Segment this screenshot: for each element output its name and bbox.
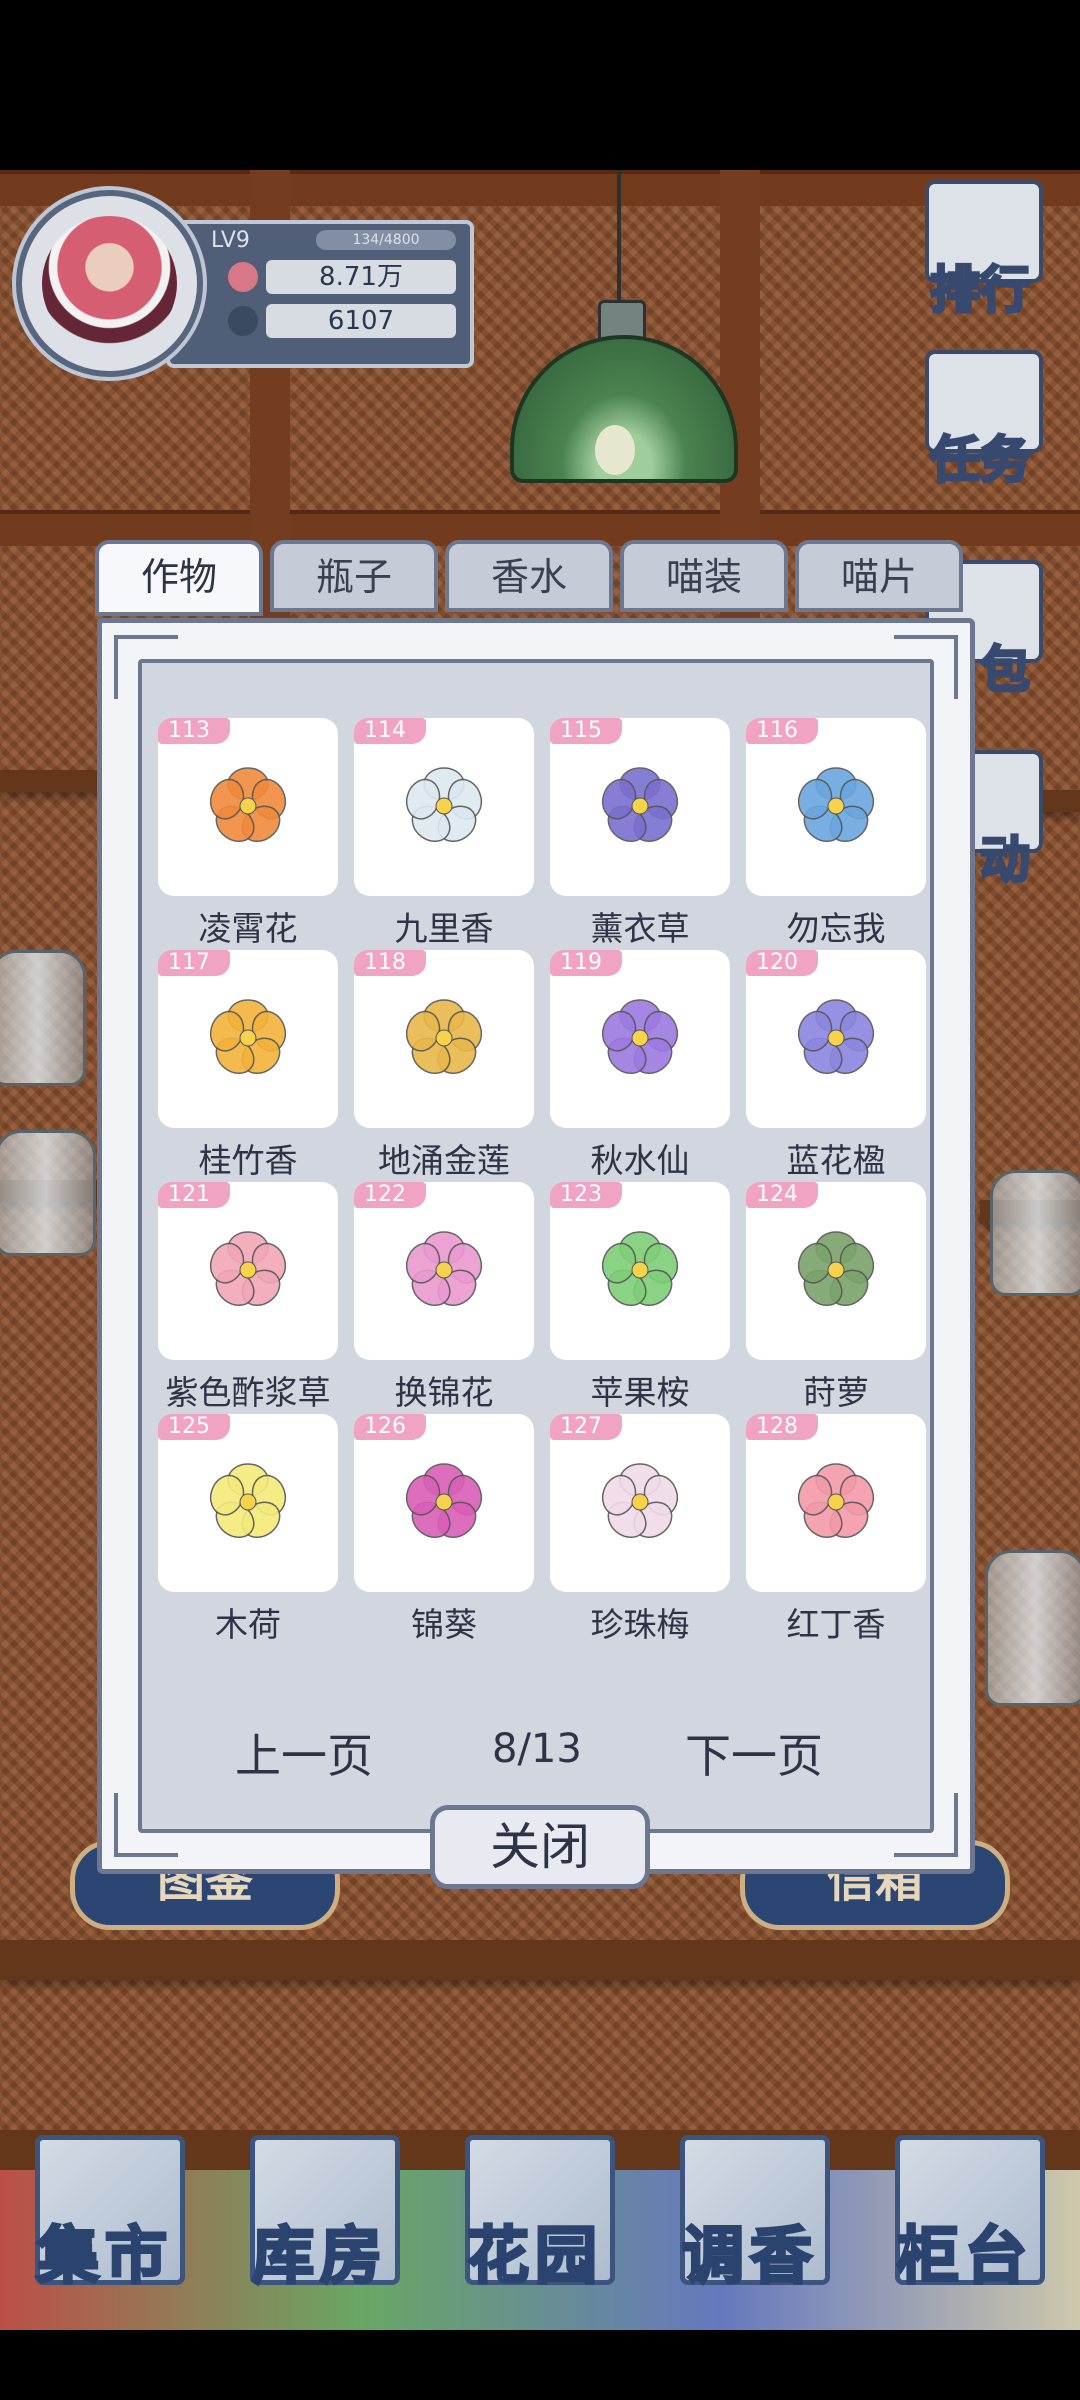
item-cell[interactable]: 127 珍珠梅 <box>550 1414 730 1646</box>
item-name-label: 莳萝 <box>803 1373 869 1412</box>
dill-icon <box>797 1231 875 1307</box>
item-name-label: 薰衣草 <box>590 909 690 948</box>
item-number-badge: 125 <box>158 1414 230 1440</box>
apple-gum-leaf-icon <box>601 1231 679 1307</box>
item-number-badge: 122 <box>354 1182 426 1208</box>
golden-lotus-icon <box>405 999 483 1075</box>
item-cell[interactable]: 118 地涌金莲 <box>354 950 534 1182</box>
item-name-label: 红丁香 <box>786 1605 886 1644</box>
item-cell[interactable]: 128 红丁香 <box>746 1414 926 1646</box>
item-card[interactable]: 119 <box>550 950 730 1128</box>
item-number-badge: 116 <box>746 718 818 744</box>
item-name-label: 桂竹香 <box>198 1141 298 1180</box>
item-card[interactable]: 128 <box>746 1414 926 1592</box>
item-cell[interactable]: 120 蓝花楹 <box>746 950 926 1182</box>
tab-bottles[interactable]: 瓶子 <box>270 540 438 612</box>
item-name-label: 九里香 <box>394 909 494 948</box>
item-name-label: 换锦花 <box>394 1373 494 1412</box>
item-name-label: 珍珠梅 <box>590 1605 690 1644</box>
item-cell[interactable]: 117 桂竹香 <box>158 950 338 1182</box>
tab-cat-outfits[interactable]: 喵装 <box>620 540 788 612</box>
item-card[interactable]: 122 <box>354 1182 534 1360</box>
item-name-label: 勿忘我 <box>786 909 886 948</box>
item-card[interactable]: 125 <box>158 1414 338 1592</box>
item-cell[interactable]: 121 紫色酢浆草 <box>158 1182 338 1414</box>
item-cell[interactable]: 115 薰衣草 <box>550 718 730 950</box>
item-card[interactable]: 113 <box>158 718 338 896</box>
item-number-badge: 127 <box>550 1414 622 1440</box>
item-cell[interactable]: 125 木荷 <box>158 1414 338 1646</box>
item-number-badge: 119 <box>550 950 622 976</box>
mallow-flower-icon <box>405 1463 483 1539</box>
item-card[interactable]: 117 <box>158 950 338 1128</box>
lycoris-icon <box>405 1231 483 1307</box>
item-name-label: 苹果桉 <box>590 1373 690 1412</box>
item-number-badge: 126 <box>354 1414 426 1440</box>
item-card[interactable]: 126 <box>354 1414 534 1592</box>
tab-cat-cards[interactable]: 喵片 <box>795 540 963 612</box>
item-name-label: 锦葵 <box>411 1605 477 1644</box>
tab-perfume[interactable]: 香水 <box>445 540 613 612</box>
item-name-label: 蓝花楹 <box>786 1141 886 1180</box>
forget-me-not-icon <box>797 767 875 843</box>
item-number-badge: 124 <box>746 1182 818 1208</box>
item-cell[interactable]: 119 秋水仙 <box>550 950 730 1182</box>
item-number-badge: 115 <box>550 718 622 744</box>
red-lilac-icon <box>797 1463 875 1539</box>
lavender-flower-icon <box>601 767 679 843</box>
item-card[interactable]: 115 <box>550 718 730 896</box>
item-card[interactable]: 127 <box>550 1414 730 1592</box>
close-button[interactable]: 关闭 <box>430 1805 650 1889</box>
item-name-label: 木荷 <box>215 1605 281 1644</box>
item-card[interactable]: 123 <box>550 1182 730 1360</box>
trumpet-flower-icon <box>209 767 287 843</box>
page-indicator: 8/13 <box>492 1726 582 1772</box>
wallflower-icon <box>209 999 287 1075</box>
item-number-badge: 117 <box>158 950 230 976</box>
item-card[interactable]: 121 <box>158 1182 338 1360</box>
pearl-plum-icon <box>601 1463 679 1539</box>
item-number-badge: 128 <box>746 1414 818 1440</box>
item-card[interactable]: 118 <box>354 950 534 1128</box>
item-number-badge: 121 <box>158 1182 230 1208</box>
item-name-label: 秋水仙 <box>590 1141 690 1180</box>
item-name-label: 紫色酢浆草 <box>165 1373 331 1412</box>
item-card[interactable]: 116 <box>746 718 926 896</box>
item-name-label: 地涌金莲 <box>378 1141 510 1180</box>
schima-flower-icon <box>209 1463 287 1539</box>
item-card[interactable]: 120 <box>746 950 926 1128</box>
item-card[interactable]: 124 <box>746 1182 926 1360</box>
item-card[interactable]: 114 <box>354 718 534 896</box>
item-cell[interactable]: 113 凌霄花 <box>158 718 338 950</box>
jacaranda-icon <box>797 999 875 1075</box>
item-cell[interactable]: 123 苹果桉 <box>550 1182 730 1414</box>
colchicum-icon <box>601 999 679 1075</box>
item-number-badge: 114 <box>354 718 426 744</box>
item-name-label: 凌霄花 <box>198 909 298 948</box>
item-number-badge: 120 <box>746 950 818 976</box>
item-cell[interactable]: 124 莳萝 <box>746 1182 926 1414</box>
item-number-badge: 123 <box>550 1182 622 1208</box>
item-cell[interactable]: 116 勿忘我 <box>746 718 926 950</box>
item-cell[interactable]: 114 九里香 <box>354 718 534 950</box>
item-number-badge: 118 <box>354 950 426 976</box>
tab-crops[interactable]: 作物 <box>95 540 263 616</box>
item-number-badge: 113 <box>158 718 230 744</box>
next-page-button[interactable]: 下一页 <box>685 1720 823 1786</box>
prev-page-button[interactable]: 上一页 <box>235 1720 373 1786</box>
item-cell[interactable]: 122 换锦花 <box>354 1182 534 1414</box>
murraya-flower-icon <box>405 767 483 843</box>
item-cell[interactable]: 126 锦葵 <box>354 1414 534 1646</box>
oxalis-icon <box>209 1231 287 1307</box>
collection-tabs: 作物 瓶子 香水 喵装 喵片 <box>95 540 975 616</box>
